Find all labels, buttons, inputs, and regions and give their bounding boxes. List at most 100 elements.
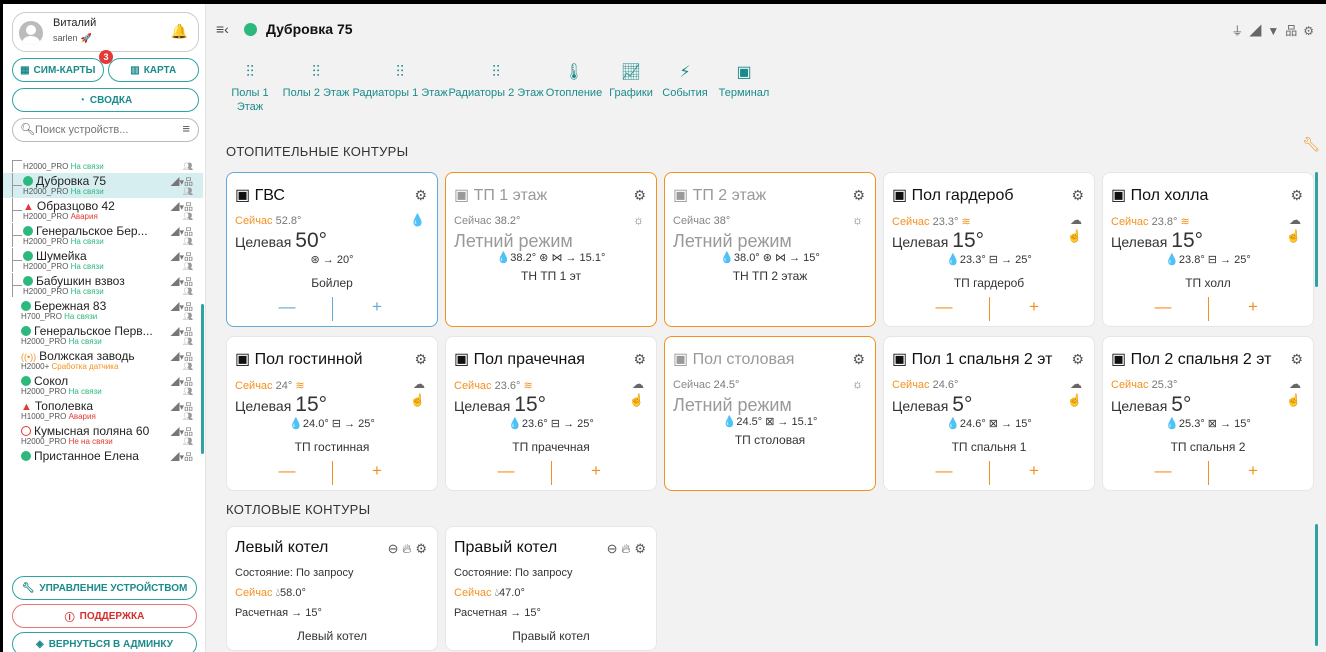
boilers-scrollbar[interactable] xyxy=(1315,524,1318,646)
tab-3[interactable]: ⫶⫶ Радиаторы 1 Этаж xyxy=(352,62,448,114)
boiler-current: Сейчас 💧︎47.0° xyxy=(454,587,525,600)
users-icon: 👥︎ xyxy=(182,212,193,221)
manage-device-button[interactable]: 🔧︎ УПРАВЛЕНИЕ УСТРОЙСТВОМ xyxy=(12,576,197,600)
tab-4[interactable]: ⫶⫶ Радиаторы 2 Этаж xyxy=(448,62,544,114)
device-item[interactable]: Бабушкин взвоз H2000_PRO На связи ◢▾品 👥︎ xyxy=(3,273,203,298)
circuit-card[interactable]: ▣ Пол прачечная ⚙ Сейчас 23.6° ≋ ☁ ☝ Целевая 1… xyxy=(445,336,657,491)
device-item[interactable]: Сокол H2000_PRO На связи ◢▾品 👥︎ xyxy=(3,373,203,398)
floor-heating-icon: ▣ xyxy=(235,187,251,204)
circuit-card[interactable]: ▣ ТП 1 этаж ⚙ Сейчас 38.2° ☼ Летний режим 💧38… xyxy=(445,172,657,327)
circuit-name-text: Пол холла xyxy=(1130,187,1209,204)
circuit-card[interactable]: ▣ ГВС ⚙ Сейчас 52.8° 💧 Целевая 50° ⊛ → 20° Бойл… xyxy=(226,172,438,327)
gear-icon[interactable]: ⚙ xyxy=(1071,187,1084,204)
user-panel[interactable]: Виталий sarlen 🚀 🔔 xyxy=(12,12,199,52)
menu-collapse-icon[interactable]: ≡‹ xyxy=(216,21,229,37)
map-label: КАРТА xyxy=(143,64,177,76)
device-type: H2000_PRO Авария xyxy=(23,212,98,221)
gear-icon[interactable]: ⚙ xyxy=(415,541,427,556)
gear-icon[interactable]: ⚙ xyxy=(1290,187,1303,204)
increase-button[interactable]: + xyxy=(337,297,417,317)
device-item[interactable]: Шумейка H2000_PRO На связи ◢▾品 👥︎ xyxy=(3,248,203,273)
offline-ring-icon xyxy=(21,426,31,436)
circuit-card[interactable]: ▣ Пол столовая ⚙ Сейчас 24.5° ☼ Летний режим… xyxy=(664,336,876,491)
circuit-card[interactable]: ▣ Пол гостинной ⚙ Сейчас 24° ≋ ☁ ☝ Целевая 15°… xyxy=(226,336,438,491)
floor-heating-icon: ▣ xyxy=(892,187,908,204)
gear-icon[interactable]: ⚙ xyxy=(633,187,646,204)
tab-8[interactable]: ▣ Терминал xyxy=(712,62,776,114)
circuit-device: ТН ТП 2 этаж xyxy=(732,269,808,283)
gear-icon[interactable]: ⚙ xyxy=(414,351,427,368)
decrease-button[interactable]: — xyxy=(247,461,327,481)
now-value: 58.0° xyxy=(280,587,306,599)
increase-button[interactable]: + xyxy=(556,461,636,481)
tab-7[interactable]: ⚡︎ События xyxy=(658,62,712,114)
map-button[interactable]: ▥ КАРТА xyxy=(107,58,199,82)
device-item[interactable]: ▲ Тополевка H1000_PRO Авария ◢▾品 👥︎ xyxy=(3,398,203,423)
circuit-card[interactable]: ▣ Пол гардероб ⚙ Сейчас 23.3° ≋ ☁ ☝ Целевая 15… xyxy=(883,172,1095,327)
online-dot-icon xyxy=(23,176,33,186)
boiler-card[interactable]: Правый котел ⊖ 🔥︎ ⚙ Состояние: По запросу С… xyxy=(445,526,657,651)
control-divider xyxy=(551,461,552,485)
increase-button[interactable]: + xyxy=(994,297,1074,317)
device-item[interactable]: ▲ Образцово 42 H2000_PRO Авария ◢▾品 👥︎ xyxy=(3,198,203,223)
gear-icon[interactable]: ⚙ xyxy=(633,351,646,368)
support-button[interactable]: ⓘ ПОДДЕРЖКА xyxy=(12,604,197,628)
increase-button[interactable]: + xyxy=(337,461,417,481)
summary-button[interactable]: ◔ СВОДКА xyxy=(12,88,199,112)
decrease-button[interactable]: — xyxy=(247,297,327,317)
settings-icon[interactable]: ⚙ xyxy=(1303,24,1320,38)
tab-5[interactable]: 🌡︎ Отопление xyxy=(544,62,604,114)
search-input[interactable] xyxy=(35,122,175,138)
device-list-scrollbar[interactable] xyxy=(201,304,204,454)
now-label: Сейчас xyxy=(673,379,711,391)
tab-1[interactable]: ⫶⫶ Полы 1 Этаж xyxy=(220,62,280,114)
edit-wrench-icon[interactable]: 🔧︎ xyxy=(1302,136,1320,153)
device-item[interactable]: Бережная 83 H700_PRO На связи ◢▾品 👥︎ xyxy=(3,298,203,323)
tab-label: Отопление xyxy=(545,87,603,99)
gear-icon[interactable]: ⚙ xyxy=(414,187,427,204)
circuit-name-text: Пол столовая xyxy=(692,351,795,368)
user-name: Виталий xyxy=(53,17,97,29)
device-item[interactable]: Кумысная поляна 60 H2000_PRO Не на связи ◢… xyxy=(3,423,203,448)
boiler-name: Левый котел xyxy=(235,539,329,556)
gear-icon[interactable]: ⚙ xyxy=(1071,351,1084,368)
device-item[interactable]: Дубровка 75 H2000_PRO На связи ◢▾品 👥︎ xyxy=(3,173,203,198)
gear-icon[interactable]: ⚙ xyxy=(852,351,865,368)
circuit-card[interactable]: ▣ Пол 2 спальня 2 эт ⚙ Сейчас 25.3° ☁ ☝ Целев… xyxy=(1102,336,1314,491)
sliders-icon: ⫶⫶ xyxy=(395,64,404,81)
decrease-button[interactable]: — xyxy=(1123,297,1203,317)
increase-button[interactable]: + xyxy=(994,461,1074,481)
bell-icon[interactable]: 🔔 xyxy=(171,23,188,40)
device-item[interactable]: ((•)) Волжская заводь H2000+ Сработка датч… xyxy=(3,348,203,373)
increase-button[interactable]: + xyxy=(1213,461,1293,481)
gear-icon[interactable]: ⚙ xyxy=(634,541,646,556)
circuit-info: 💧23.6° ⊟ → 25° xyxy=(508,418,594,430)
decrease-button[interactable]: — xyxy=(904,461,984,481)
user-login: sarlen 🚀 xyxy=(53,33,92,44)
boiler-card[interactable]: Левый котел ⊖ 🔥︎ ⚙ Состояние: По запросу Се… xyxy=(226,526,438,651)
increase-button[interactable]: + xyxy=(1213,297,1293,317)
users-icon: 👥︎ xyxy=(182,237,193,246)
tab-6[interactable]: 📈︎ Графики xyxy=(604,62,658,114)
device-item[interactable]: Генеральское Перв... H2000_PRO На связи ◢▾… xyxy=(3,323,203,348)
circuits-scrollbar[interactable] xyxy=(1315,172,1318,287)
circuit-card[interactable]: ▣ Пол 1 спальня 2 эт ⚙ Сейчас 24.6° ☁ ☝ Целев… xyxy=(883,336,1095,491)
device-item[interactable]: Пристанное Елена ◢▾品 xyxy=(3,448,203,473)
sim-cards-button[interactable]: ▦ СИМ-КАРТЫ 3 xyxy=(12,50,113,82)
mode-icon: ☼ xyxy=(852,213,863,227)
device-item[interactable]: H2000_PRO На связи 👥︎ xyxy=(3,160,203,172)
gear-icon[interactable]: ⚙ xyxy=(852,187,865,204)
circuit-card[interactable]: ▣ ТП 2 этаж ⚙ Сейчас 38° ☼ Летний режим 💧38.0… xyxy=(664,172,876,327)
current-temp: Сейчас 23.3° ≋ xyxy=(892,215,971,228)
device-name-text: Бабушкин взвоз xyxy=(36,274,125,288)
decrease-button[interactable]: — xyxy=(904,297,984,317)
device-item[interactable]: Генеральское Бер... H2000_PRO На связи ◢▾品… xyxy=(3,223,203,248)
filter-icon[interactable]: ≡ xyxy=(182,121,190,136)
gear-icon[interactable]: ⚙ xyxy=(1290,351,1303,368)
decrease-button[interactable]: — xyxy=(1123,461,1203,481)
back-to-admin-button[interactable]: ◈ ВЕРНУТЬСЯ В АДМИНКУ xyxy=(12,632,197,652)
circuit-card[interactable]: ▣ Пол холла ⚙ Сейчас 23.8° ≋ ☁ ☝ Целевая 15° 💧2… xyxy=(1102,172,1314,327)
decrease-button[interactable]: — xyxy=(466,461,546,481)
tab-2[interactable]: ⫶⫶ Полы 2 Этаж xyxy=(280,62,352,114)
boiler-calc: Расчетная → 15° xyxy=(235,607,322,619)
